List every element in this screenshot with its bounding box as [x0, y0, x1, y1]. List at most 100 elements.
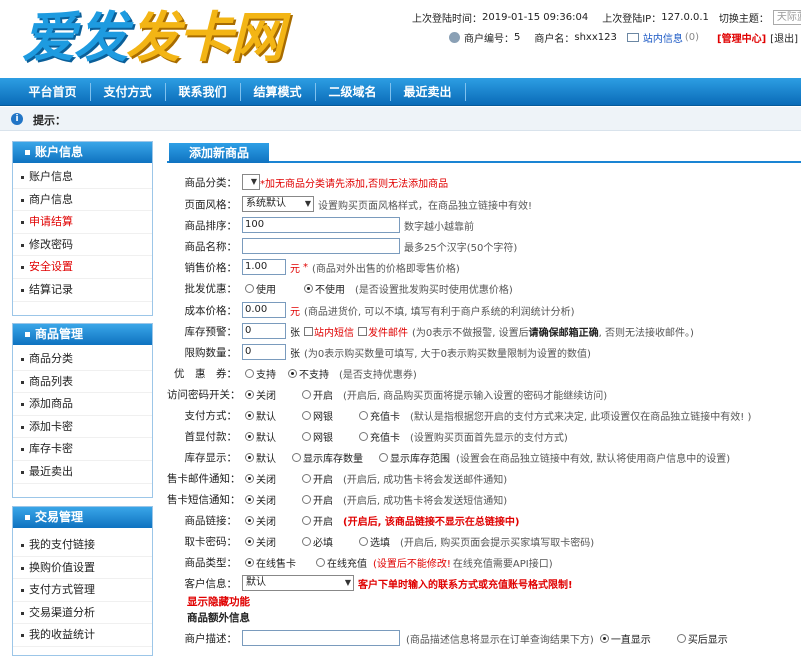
wholesale-nouse-radio[interactable] — [304, 283, 313, 293]
price-input[interactable]: 1.00 — [242, 259, 286, 275]
sidebar-item-channel-analysis[interactable]: 交易渠道分析 — [13, 602, 152, 625]
logout-link[interactable]: [退出] — [770, 30, 798, 45]
goods-link-off-label: 关闭 — [256, 516, 276, 528]
goods-type-card-label: 在线售卡 — [256, 558, 296, 570]
card-pwd-optional-radio[interactable] — [359, 536, 368, 546]
page-style-note: 设置购买页面风格样式，在商品独立链接中有效! — [318, 200, 533, 212]
nav-divider — [465, 83, 466, 101]
goods-type-note-gray: 在线充值需要API接口) — [452, 558, 553, 570]
first-pay-card-radio[interactable] — [359, 431, 368, 441]
sidebar-panel-title: 交易管理 — [13, 507, 152, 528]
nav-recent-sales[interactable]: 最近卖出 — [390, 78, 465, 106]
nav-settlement[interactable]: 结算模式 — [240, 78, 315, 106]
price-label: 销售价格： — [184, 261, 238, 274]
payment-card-radio[interactable] — [359, 410, 368, 420]
card-pwd-off-radio[interactable] — [245, 536, 254, 546]
sidebar-item-card-stock[interactable]: 库存卡密 — [13, 438, 152, 461]
customer-info-select[interactable]: 默认 — [242, 575, 354, 591]
stock-display-default-radio[interactable] — [245, 452, 254, 462]
theme-label: 切换主题： — [718, 13, 769, 25]
stock-display-note: (设置会在商品独立链接中有效, 默认将使用商户信息中的设置) — [456, 453, 731, 465]
sms-alert-label: 站内短信 — [314, 327, 354, 339]
mail-notify-on-radio[interactable] — [302, 473, 311, 483]
sidebar-item-add-goods[interactable]: 添加商品 — [13, 393, 152, 416]
stock-alert-input[interactable]: 0 — [242, 323, 286, 339]
admin-center-link[interactable]: [管理中心] — [717, 30, 766, 45]
sidebar-item-security[interactable]: 安全设置 — [13, 256, 152, 279]
site-logo[interactable]: 爱发发卡网 — [22, 2, 292, 72]
cost-input[interactable]: 0.00 — [242, 302, 286, 318]
mail-alert-checkbox[interactable] — [358, 326, 367, 336]
card-pwd-required-radio[interactable] — [302, 536, 311, 546]
access-pwd-on-radio[interactable] — [302, 389, 311, 399]
tab-add-goods[interactable]: 添加新商品 — [169, 143, 269, 163]
first-pay-bank-radio[interactable] — [302, 431, 311, 441]
coupon-nosupport-radio[interactable] — [288, 368, 297, 378]
row-sms-notify: 售卡短信通知： 关闭 开启 (开启后, 成功售卡将会发送短信通知) — [167, 489, 801, 509]
goods-link-label: 商品链接： — [184, 514, 238, 527]
access-pwd-off-radio[interactable] — [245, 389, 254, 399]
limit-input[interactable]: 0 — [242, 344, 286, 360]
main-content: 添加新商品 商品分类： *加无商品分类请先添加,否则无法添加商品 页面风格： 系… — [167, 143, 801, 652]
theme-select[interactable]: 天际蓝 — [772, 9, 801, 25]
sms-notify-off-radio[interactable] — [245, 494, 254, 504]
sidebar-panel-goods: 商品管理 商品分类 商品列表 添加商品 添加卡密 库存卡密 最近卖出 — [12, 323, 153, 498]
first-pay-default-radio[interactable] — [245, 431, 254, 441]
customer-info-label: 客户信息： — [184, 577, 238, 590]
page-style-select[interactable]: 系统默认 — [242, 196, 314, 212]
sidebar-item-settlement-log[interactable]: 结算记录 — [13, 279, 152, 302]
sms-notify-on-radio[interactable] — [302, 494, 311, 504]
goods-type-card-radio[interactable] — [245, 557, 254, 567]
goods-type-recharge-label: 在线充值 — [327, 558, 367, 570]
goods-link-off-radio[interactable] — [245, 515, 254, 525]
nav-subdomain[interactable]: 二级域名 — [315, 78, 390, 106]
sort-input[interactable]: 100 — [242, 217, 400, 233]
sidebar-item-payment-manage[interactable]: 支付方式管理 — [13, 579, 152, 602]
nav-contact[interactable]: 联系我们 — [165, 78, 240, 106]
sidebar-item-merchant-info[interactable]: 商户信息 — [13, 189, 152, 212]
category-select[interactable] — [242, 174, 260, 190]
payment-bank-radio[interactable] — [302, 410, 311, 420]
row-payment: 支付方式： 默认 网银 充值卡 (默认是指根据您开启的支付方式来决定, 此项设置… — [167, 405, 801, 425]
sidebar-item-account-info[interactable]: 账户信息 — [13, 166, 152, 189]
description-after-label: 买后显示 — [687, 634, 728, 646]
name-input[interactable] — [242, 238, 400, 254]
sidebar-item-pay-links[interactable]: 我的支付链接 — [13, 534, 152, 557]
sidebar-item-income-stats[interactable]: 我的收益统计 — [13, 624, 152, 647]
sms-alert-checkbox[interactable] — [304, 326, 313, 336]
sidebar-item-goods-category[interactable]: 商品分类 — [13, 348, 152, 371]
sidebar-item-change-password[interactable]: 修改密码 — [13, 234, 152, 257]
stock-display-range-radio[interactable] — [379, 452, 388, 462]
description-input[interactable] — [242, 630, 400, 646]
goods-link-on-radio[interactable] — [302, 515, 311, 525]
sidebar-item-apply-settlement[interactable]: 申请结算 — [13, 211, 152, 234]
sms-notify-on-label: 开启 — [313, 495, 333, 507]
stock-alert-note-c: , 否则无法接收邮件。) — [598, 327, 694, 339]
wholesale-use-radio[interactable] — [245, 283, 254, 293]
coupon-support-radio[interactable] — [245, 368, 254, 378]
sms-notify-label: 售卡短信通知： — [167, 493, 241, 506]
row-wholesale: 批发优惠： 使用 不使用 (是否设置批发购买时使用优惠价格) — [167, 278, 801, 298]
sidebar-item-add-cards[interactable]: 添加卡密 — [13, 416, 152, 439]
sidebar-item-recent-sales[interactable]: 最近卖出 — [13, 461, 152, 484]
description-label: 商户描述： — [184, 632, 238, 645]
sidebar-item-goods-list[interactable]: 商品列表 — [13, 371, 152, 394]
row-name: 商品名称： 最多25个汉字(50个字符) — [167, 236, 801, 256]
description-after-radio[interactable] — [676, 633, 686, 643]
goods-type-recharge-radio[interactable] — [316, 557, 325, 567]
payment-card-label: 充值卡 — [370, 411, 400, 423]
stock-display-count-radio[interactable] — [292, 452, 301, 462]
sidebar-item-exchange-value[interactable]: 换购价值设置 — [13, 557, 152, 580]
cost-unit: 元 — [290, 306, 300, 318]
payment-default-radio[interactable] — [245, 410, 254, 420]
messages-link[interactable]: 站内信息 — [643, 30, 683, 45]
sms-notify-note: (开启后, 成功售卡将会发送短信通知) — [343, 495, 508, 507]
mail-notify-off-radio[interactable] — [245, 473, 254, 483]
nav-home[interactable]: 平台首页 — [15, 78, 90, 106]
mail-notify-note: (开启后, 成功售卡将会发送邮件通知) — [343, 474, 508, 486]
show-hidden-features-link[interactable]: 显示隐藏功能 — [187, 594, 250, 609]
nav-payment[interactable]: 支付方式 — [90, 78, 165, 106]
description-always-radio[interactable] — [599, 633, 609, 643]
mail-icon — [626, 32, 639, 42]
row-limit: 限购数量： 0 张 (为0表示购买数量可填写, 大于0表示购买数量限制为设置的数… — [167, 342, 801, 362]
